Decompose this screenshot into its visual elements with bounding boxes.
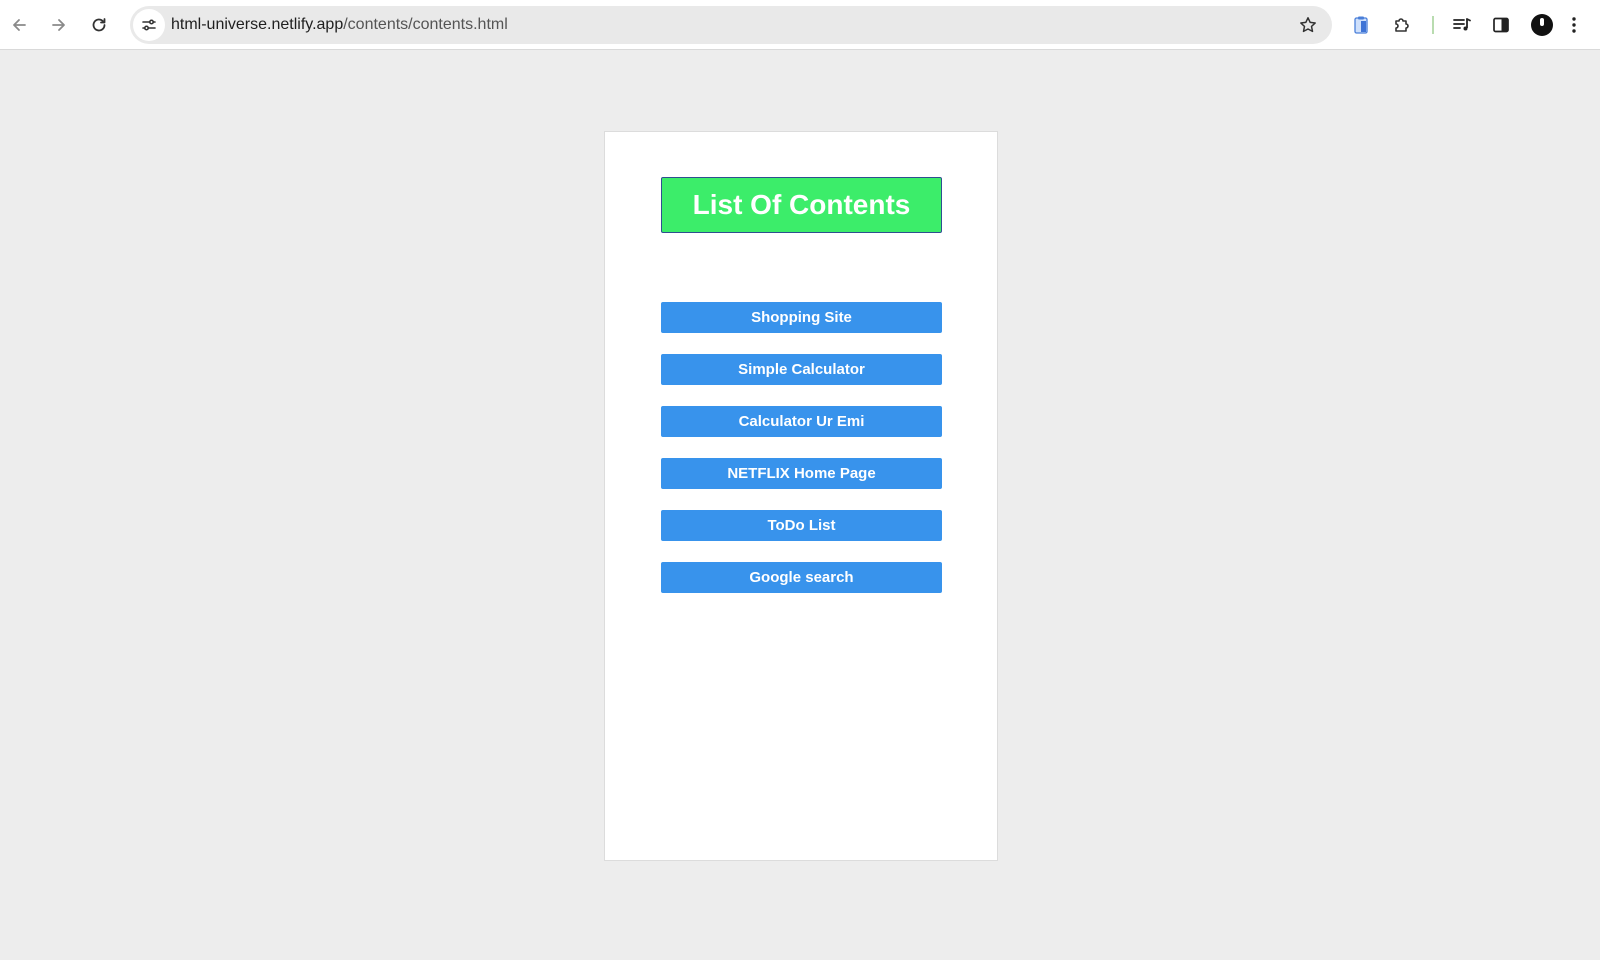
arrow-left-icon	[13, 19, 26, 31]
extensions-button[interactable]	[1386, 9, 1418, 41]
reload-button[interactable]	[83, 9, 115, 41]
star-icon	[1300, 17, 1316, 33]
url-host: html-universe.netlify.app	[171, 16, 344, 33]
browser-toolbar: html-universe.netlify.app/contents/conte…	[0, 0, 1600, 50]
simple-calculator-button[interactable]: Simple Calculator	[661, 354, 942, 385]
toolbar-separator	[1432, 16, 1434, 34]
address-bar[interactable]: html-universe.netlify.app/contents/conte…	[130, 6, 1332, 44]
media-controls-icon	[1453, 18, 1471, 31]
url-text[interactable]: html-universe.netlify.app/contents/conte…	[171, 6, 508, 44]
contents-links-list: Shopping Site Simple Calculator Calculat…	[661, 302, 942, 614]
google-search-button[interactable]: Google search	[661, 562, 942, 593]
calculator-ur-emi-button[interactable]: Calculator Ur Emi	[661, 406, 942, 437]
clipboard-extension-button[interactable]	[1345, 9, 1377, 41]
puzzle-icon	[1395, 18, 1409, 32]
menu-button[interactable]	[1562, 9, 1586, 41]
tune-icon	[142, 19, 156, 31]
kebab-menu-icon	[1572, 17, 1576, 33]
todo-list-button[interactable]: ToDo List	[661, 510, 942, 541]
side-panel-icon	[1493, 17, 1509, 33]
site-info-button[interactable]	[133, 9, 165, 41]
side-panel-button[interactable]	[1485, 9, 1517, 41]
page-title: List Of Contents	[661, 177, 942, 233]
forward-button[interactable]	[43, 9, 75, 41]
profile-button[interactable]	[1526, 9, 1558, 41]
url-path: /contents/contents.html	[343, 16, 508, 33]
back-button[interactable]	[3, 9, 35, 41]
contents-card: List Of Contents Shopping Site Simple Ca…	[604, 131, 998, 861]
media-controls-button[interactable]	[1446, 9, 1478, 41]
reload-icon	[92, 18, 106, 32]
shopping-site-button[interactable]: Shopping Site	[661, 302, 942, 333]
avatar	[1531, 14, 1553, 36]
bookmark-button[interactable]	[1292, 9, 1324, 41]
arrow-right-icon	[52, 19, 65, 31]
clipboard-extension-icon	[1354, 16, 1368, 34]
netflix-home-page-button[interactable]: NETFLIX Home Page	[661, 458, 942, 489]
